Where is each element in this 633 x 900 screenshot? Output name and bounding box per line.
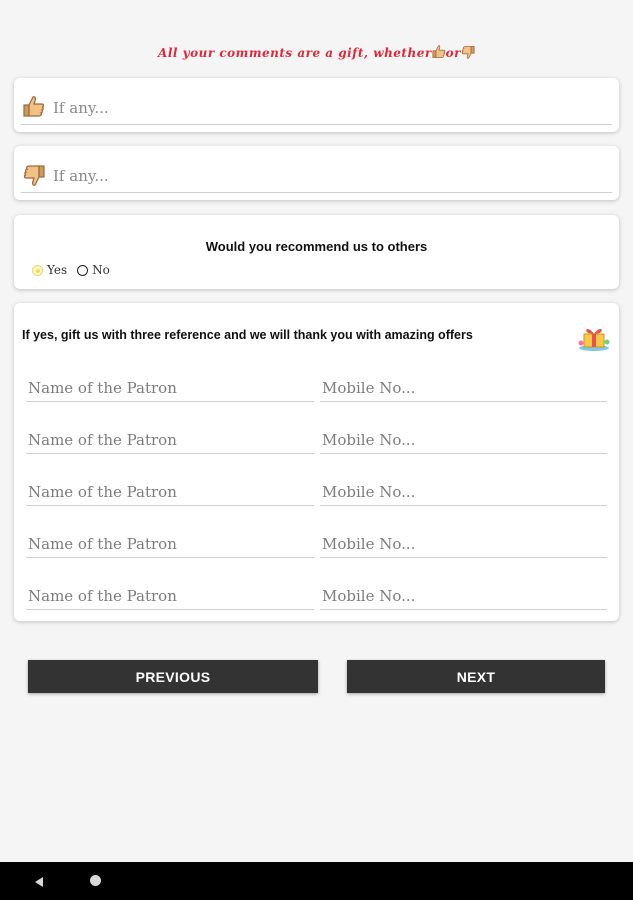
tagline-text: All your comments are a gift, whether [158,46,432,60]
home-icon[interactable] [90,875,101,886]
status-bar [0,0,633,18]
recommend-card: Would you recommend us to others Yes No [14,215,619,289]
no-radio[interactable] [77,264,89,276]
mobile-input[interactable] [320,429,611,451]
mobile-input[interactable] [320,481,611,503]
patron-name-field [26,425,318,454]
reference-row [26,477,611,507]
patron-name-field [26,529,318,558]
recommend-radio-group: Yes No [32,263,110,277]
yes-label: Yes [47,263,68,277]
thumbs-down-icon [23,162,45,188]
no-label: No [92,263,110,277]
gift-icon [577,323,611,356]
mobile-field [320,477,611,506]
patron-name-field [26,477,318,506]
recommend-question: Would you recommend us to others [205,239,428,254]
patron-name-input[interactable] [26,481,318,503]
thumbs-down-icon [461,44,475,63]
previous-button[interactable]: PREVIOUS [28,660,318,693]
reference-row [26,425,611,455]
patron-name-input[interactable] [26,429,318,451]
tagline: All your comments are a gift, whether or [0,44,633,63]
negative-comment-input[interactable] [51,164,595,188]
back-icon[interactable] [33,875,45,893]
thumbs-up-icon [23,94,45,120]
patron-name-input[interactable] [26,533,318,555]
negative-comment-card [14,146,619,200]
patron-name-field [26,581,318,610]
mobile-input[interactable] [320,585,611,607]
reference-row [26,581,611,611]
patron-name-input[interactable] [26,585,318,607]
reference-row [26,373,611,403]
mobile-field [320,373,611,402]
tagline-connector: or [445,46,461,60]
negative-comment-row [21,158,612,193]
positive-comment-row [21,90,612,125]
patron-name-field [26,373,318,402]
references-card: If yes, gift us with three reference and… [14,303,619,621]
references-title: If yes, gift us with three reference and… [22,328,473,342]
mobile-input[interactable] [320,533,611,555]
system-nav-bar [0,862,633,900]
positive-comment-input[interactable] [51,96,595,120]
mobile-field [320,581,611,610]
reference-row [26,529,611,559]
yes-radio[interactable] [32,264,43,276]
positive-comment-card [14,78,619,132]
mobile-field [320,529,611,558]
mobile-field [320,425,611,454]
next-button[interactable]: NEXT [347,660,605,693]
patron-name-input[interactable] [26,377,318,399]
thumbs-up-icon [432,44,446,63]
mobile-input[interactable] [320,377,611,399]
